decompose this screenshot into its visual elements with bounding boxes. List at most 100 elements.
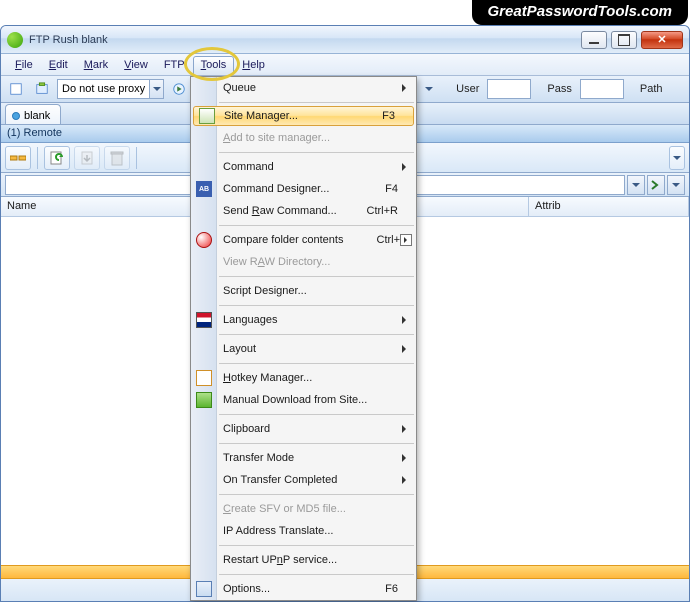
command-icon: AB: [196, 181, 212, 197]
close-button[interactable]: [641, 31, 683, 49]
menu-label: Restart UPnP service...: [223, 554, 337, 566]
menu-separator: [219, 276, 414, 277]
menu-label: Languages: [223, 314, 277, 326]
ptb-transfer[interactable]: [74, 146, 100, 170]
proxy-dropdown-icon[interactable]: [149, 80, 163, 98]
menu-separator: [219, 305, 414, 306]
menu-label: Layout: [223, 343, 256, 355]
menu-ftp[interactable]: FTP: [156, 56, 193, 74]
menu-bar: FileEditMarkViewFTPToolsHelp: [1, 54, 689, 76]
menu-label: Options...: [223, 583, 270, 595]
menu-shortcut: F3: [382, 110, 407, 122]
toolbar-overflow-1[interactable]: [418, 78, 440, 100]
menu-label: On Transfer Completed: [223, 474, 337, 486]
menu-separator: [219, 102, 414, 103]
menu-label: View RAW Directory...: [223, 256, 330, 268]
menu-compare[interactable]: Compare folder contents Ctrl+D: [191, 229, 416, 251]
menu-separator: [219, 574, 414, 575]
menu-hotkey[interactable]: Hotkey Manager...: [191, 367, 416, 389]
window-title: FTP Rush blank: [29, 34, 581, 46]
compare-icon: [196, 232, 212, 248]
menu-script-designer[interactable]: Script Designer...: [191, 280, 416, 302]
menu-mark[interactable]: Mark: [76, 56, 116, 74]
flag-icon: [196, 312, 212, 328]
minimize-button[interactable]: [581, 31, 607, 49]
menu-shortcut: Ctrl+R: [367, 205, 410, 217]
ptb-refresh[interactable]: [44, 146, 70, 170]
menu-separator: [219, 414, 414, 415]
menu-command[interactable]: Command: [191, 156, 416, 178]
menu-label: Script Designer...: [223, 285, 307, 297]
col-attrib[interactable]: Attrib: [529, 197, 689, 216]
maximize-button[interactable]: [611, 31, 637, 49]
site-manager-icon: [199, 108, 215, 124]
menu-on-complete[interactable]: On Transfer Completed: [191, 469, 416, 491]
menu-separator: [219, 363, 414, 364]
menu-file[interactable]: File: [7, 56, 41, 74]
proxy-combo[interactable]: Do not use proxy: [57, 79, 164, 99]
menu-label: Add to site manager...: [223, 132, 330, 144]
menu-queue[interactable]: Queue: [191, 77, 416, 99]
tab-label: blank: [24, 110, 50, 122]
user-input[interactable]: [487, 79, 531, 99]
download-icon: [196, 392, 212, 408]
menu-label: Clipboard: [223, 423, 270, 435]
toolbar-btn-1[interactable]: [5, 78, 27, 100]
menu-help[interactable]: Help: [234, 56, 273, 74]
menu-create-sfv: Create SFV or MD5 file...: [191, 498, 416, 520]
menu-separator: [219, 545, 414, 546]
menu-label: Send Raw Command...: [223, 205, 337, 217]
menu-separator: [219, 334, 414, 335]
hotkey-icon: [196, 370, 212, 386]
menu-tools[interactable]: Tools: [193, 56, 235, 74]
separator: [37, 147, 38, 169]
address-history-icon[interactable]: [667, 175, 685, 195]
toolbar-btn-connect[interactable]: [168, 78, 190, 100]
pass-input[interactable]: [580, 79, 624, 99]
menu-layout[interactable]: Layout: [191, 338, 416, 360]
separator: [136, 147, 137, 169]
menu-label: Queue: [223, 82, 256, 94]
ptb-connect[interactable]: [5, 146, 31, 170]
menu-transfer-mode[interactable]: Transfer Mode: [191, 447, 416, 469]
menu-add-site: Add to site manager...: [191, 127, 416, 149]
ptb-overflow[interactable]: [669, 146, 685, 170]
menu-label: Site Manager...: [224, 110, 298, 122]
title-bar: FTP Rush blank: [1, 26, 689, 54]
menu-restart-upnp[interactable]: Restart UPnP service...: [191, 549, 416, 571]
expand-icon[interactable]: [400, 234, 412, 246]
menu-manual-download[interactable]: Manual Download from Site...: [191, 389, 416, 411]
menu-edit[interactable]: Edit: [41, 56, 76, 74]
user-label: User: [444, 83, 483, 95]
menu-separator: [219, 225, 414, 226]
menu-clipboard[interactable]: Clipboard: [191, 418, 416, 440]
tools-menu: Queue Site Manager... F3 Add to site man…: [190, 76, 417, 601]
menu-label: Compare folder contents: [223, 234, 343, 246]
menu-view-raw: View RAW Directory...: [191, 251, 416, 273]
tab-blank[interactable]: blank: [5, 104, 61, 124]
menu-languages[interactable]: Languages: [191, 309, 416, 331]
menu-separator: [219, 443, 414, 444]
app-icon: [7, 32, 23, 48]
menu-view[interactable]: View: [116, 56, 156, 74]
path-label: Path: [628, 83, 667, 95]
menu-separator: [219, 152, 414, 153]
menu-label: IP Address Translate...: [223, 525, 333, 537]
menu-send-raw[interactable]: Send Raw Command... Ctrl+R: [191, 200, 416, 222]
address-go-button[interactable]: [647, 175, 665, 195]
proxy-value: Do not use proxy: [58, 83, 149, 95]
menu-label: Create SFV or MD5 file...: [223, 503, 346, 515]
menu-label: Hotkey Manager...: [223, 372, 312, 384]
menu-command-designer[interactable]: AB Command Designer... F4: [191, 178, 416, 200]
ptb-delete[interactable]: [104, 146, 130, 170]
toolbar-btn-2[interactable]: [31, 78, 53, 100]
pass-label: Pass: [535, 83, 575, 95]
menu-label: Command Designer...: [223, 183, 329, 195]
address-dropdown-icon[interactable]: [627, 175, 645, 195]
menu-ip-translate[interactable]: IP Address Translate...: [191, 520, 416, 542]
menu-separator: [219, 494, 414, 495]
menu-shortcut: F6: [385, 583, 410, 595]
menu-options[interactable]: Options... F6: [191, 578, 416, 600]
menu-site-manager[interactable]: Site Manager... F3: [193, 106, 414, 126]
window-buttons: [581, 31, 683, 49]
